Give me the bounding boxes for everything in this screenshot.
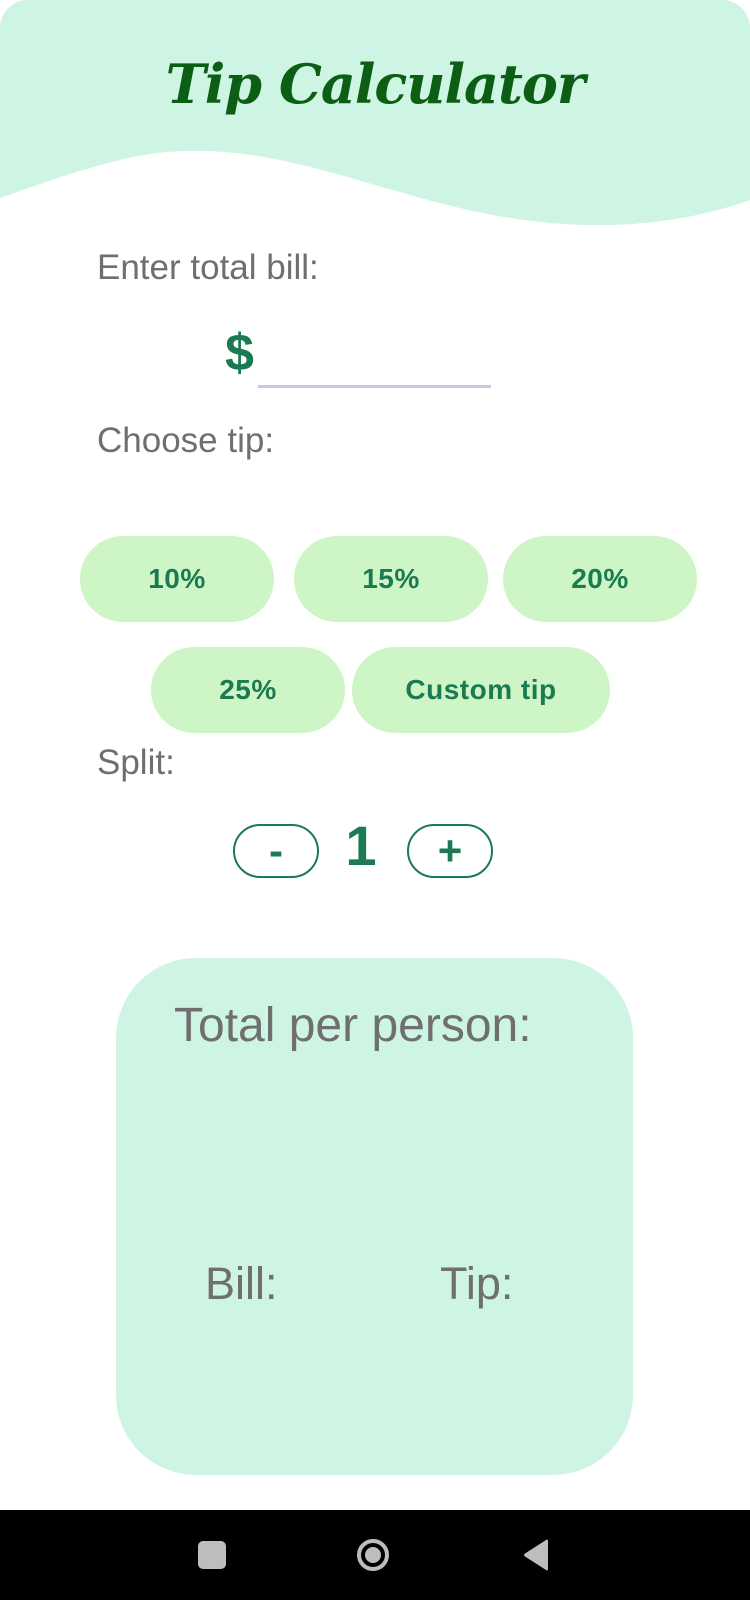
square-icon (198, 1541, 226, 1569)
bill-amount-input[interactable] (258, 330, 491, 388)
minus-icon: - (269, 827, 283, 874)
app-screen: Tip Calculator Enter total bill: $ Choos… (0, 0, 750, 1510)
home-button[interactable] (328, 1510, 418, 1600)
split-increment-button[interactable]: + (407, 824, 493, 878)
split-label: Split: (97, 743, 175, 782)
plus-icon: + (437, 827, 463, 874)
tip-25-button[interactable]: 25% (151, 647, 345, 733)
dollar-sign-icon: $ (225, 324, 254, 382)
triangle-back-icon (524, 1539, 548, 1571)
split-decrement-button[interactable]: - (233, 824, 319, 878)
custom-tip-button[interactable]: Custom tip (352, 647, 610, 733)
split-count: 1 (345, 814, 377, 877)
tip-15-button[interactable]: 15% (294, 536, 488, 622)
tip-result-label: Tip: (440, 1258, 514, 1309)
back-button[interactable] (491, 1510, 581, 1600)
circle-home-icon (357, 1539, 389, 1571)
bill-result-label: Bill: (205, 1258, 278, 1309)
app-title: Tip Calculator (165, 52, 586, 116)
recent-apps-button[interactable] (167, 1510, 257, 1600)
result-card: Total per person: Bill: Tip: (116, 958, 633, 1475)
tip-label: Choose tip: (97, 421, 275, 460)
tip-10-button[interactable]: 10% (80, 536, 274, 622)
total-per-person-label: Total per person: (174, 999, 532, 1052)
home-dot-icon (365, 1547, 381, 1563)
tip-20-button[interactable]: 20% (503, 536, 697, 622)
system-navigation-bar (0, 1510, 750, 1600)
bill-label: Enter total bill: (97, 248, 319, 287)
